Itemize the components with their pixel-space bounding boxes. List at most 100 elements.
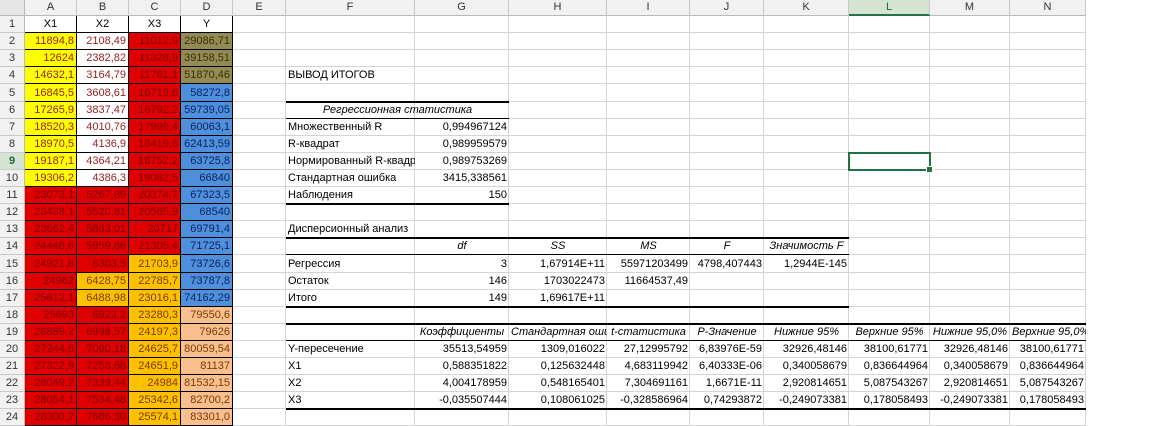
table-cell[interactable]: 39158,51: [181, 50, 233, 67]
row-header-5[interactable]: 5: [0, 84, 25, 102]
grid-cell[interactable]: [509, 170, 607, 187]
grid-cell[interactable]: [1010, 409, 1086, 426]
grid-cell[interactable]: [930, 290, 1010, 307]
grid-cell[interactable]: [233, 50, 286, 67]
grid-cell[interactable]: [690, 84, 764, 102]
grid-cell[interactable]: [690, 67, 764, 84]
table-cell[interactable]: 24921,8: [25, 255, 77, 273]
table-cell[interactable]: 4136,9: [77, 136, 129, 153]
grid-cell[interactable]: [415, 50, 509, 67]
grid-cell[interactable]: [233, 119, 286, 136]
table-cell[interactable]: 7534,48: [77, 392, 129, 409]
grid-cell[interactable]: [849, 170, 930, 187]
row-header-12[interactable]: 12: [0, 204, 25, 221]
grid-cell[interactable]: [509, 136, 607, 153]
grid-cell[interactable]: [509, 50, 607, 67]
table-cell[interactable]: 74162,29: [181, 290, 233, 307]
grid-cell[interactable]: [690, 187, 764, 204]
grid-cell[interactable]: [286, 204, 415, 221]
grid-cell[interactable]: [849, 119, 930, 136]
grid-cell[interactable]: [849, 238, 930, 255]
table-cell[interactable]: 14632,1: [25, 67, 77, 84]
table-cell[interactable]: 24197,3: [129, 324, 181, 341]
table-cell[interactable]: 6428,75: [77, 273, 129, 290]
grid-cell[interactable]: [286, 324, 415, 341]
grid-cell[interactable]: [415, 221, 509, 238]
grid-cell[interactable]: [849, 67, 930, 84]
grid-cell[interactable]: [1010, 33, 1086, 50]
grid-cell[interactable]: [849, 50, 930, 67]
row-header-10[interactable]: 10: [0, 170, 25, 187]
table-cell[interactable]: 27244,6: [25, 341, 77, 358]
grid-cell[interactable]: [509, 153, 607, 170]
grid-cell[interactable]: [415, 33, 509, 50]
column-header-n[interactable]: N: [1010, 0, 1086, 16]
table-cell[interactable]: 16792,2: [129, 102, 181, 119]
grid-cell[interactable]: [233, 255, 286, 273]
table-cell[interactable]: 20374,7: [129, 187, 181, 204]
table-cell[interactable]: 28054,1: [25, 392, 77, 409]
grid-cell[interactable]: [690, 33, 764, 50]
grid-cell[interactable]: [233, 170, 286, 187]
table-cell[interactable]: 81137: [181, 358, 233, 375]
grid-cell[interactable]: [690, 153, 764, 170]
grid-cell[interactable]: [233, 153, 286, 170]
table-cell[interactable]: 5863,01: [77, 221, 129, 238]
table-cell[interactable]: 59739,05: [181, 102, 233, 119]
column-header-d[interactable]: D: [181, 0, 233, 16]
grid-cell[interactable]: [233, 273, 286, 290]
grid-cell[interactable]: [509, 16, 607, 33]
grid-cell[interactable]: [233, 238, 286, 255]
grid-cell[interactable]: [930, 238, 1010, 255]
table-cell[interactable]: 22785,7: [129, 273, 181, 290]
grid-cell[interactable]: [764, 67, 849, 84]
grid-cell[interactable]: [286, 84, 415, 102]
table-cell[interactable]: 71725,1: [181, 238, 233, 255]
table-cell[interactable]: 7090,18: [77, 341, 129, 358]
grid-cell[interactable]: [509, 307, 607, 324]
grid-cell[interactable]: [509, 119, 607, 136]
table-cell[interactable]: 79550,6: [181, 307, 233, 324]
grid-cell[interactable]: [233, 409, 286, 426]
table-cell[interactable]: 16719,6: [129, 84, 181, 102]
grid-cell[interactable]: [1010, 307, 1086, 324]
row-header-6[interactable]: 6: [0, 102, 25, 119]
row-header-15[interactable]: 15: [0, 255, 25, 273]
grid-cell[interactable]: [233, 392, 286, 409]
row-header-11[interactable]: 11: [0, 187, 25, 204]
table-cell[interactable]: 7686,30: [77, 409, 129, 426]
table-cell[interactable]: 20717: [129, 221, 181, 238]
selected-cell-l9[interactable]: [848, 152, 933, 173]
grid-cell[interactable]: [690, 204, 764, 221]
table-cell[interactable]: 24448,6: [25, 238, 77, 255]
grid-cell[interactable]: [509, 409, 607, 426]
grid-cell[interactable]: [286, 33, 415, 50]
grid-cell[interactable]: [690, 307, 764, 324]
grid-cell[interactable]: [930, 170, 1010, 187]
grid-cell[interactable]: [233, 375, 286, 392]
table-header-x1[interactable]: X1: [25, 16, 77, 33]
table-cell[interactable]: 11012,9: [129, 33, 181, 50]
grid-cell[interactable]: [849, 16, 930, 33]
grid-cell[interactable]: [509, 102, 607, 119]
table-header-y[interactable]: Y: [181, 16, 233, 33]
column-header-h[interactable]: H: [509, 0, 607, 16]
grid-cell[interactable]: [849, 136, 930, 153]
table-cell[interactable]: 28300,2: [25, 409, 77, 426]
grid-cell[interactable]: [607, 187, 690, 204]
table-cell[interactable]: 66840: [181, 170, 233, 187]
table-cell[interactable]: 19082,5: [129, 170, 181, 187]
table-cell[interactable]: 3164,79: [77, 67, 129, 84]
grid-cell[interactable]: [690, 16, 764, 33]
grid-cell[interactable]: [930, 255, 1010, 273]
table-cell[interactable]: 20565,9: [129, 204, 181, 221]
table-cell[interactable]: 67323,5: [181, 187, 233, 204]
grid-cell[interactable]: [607, 307, 690, 324]
row-header-13[interactable]: 13: [0, 221, 25, 238]
table-cell[interactable]: 83301,0: [181, 409, 233, 426]
grid-cell[interactable]: [930, 136, 1010, 153]
column-header-m[interactable]: M: [930, 0, 1010, 16]
column-header-j[interactable]: J: [690, 0, 764, 16]
table-cell[interactable]: 19187,1: [25, 153, 77, 170]
table-cell[interactable]: 24984: [129, 375, 181, 392]
